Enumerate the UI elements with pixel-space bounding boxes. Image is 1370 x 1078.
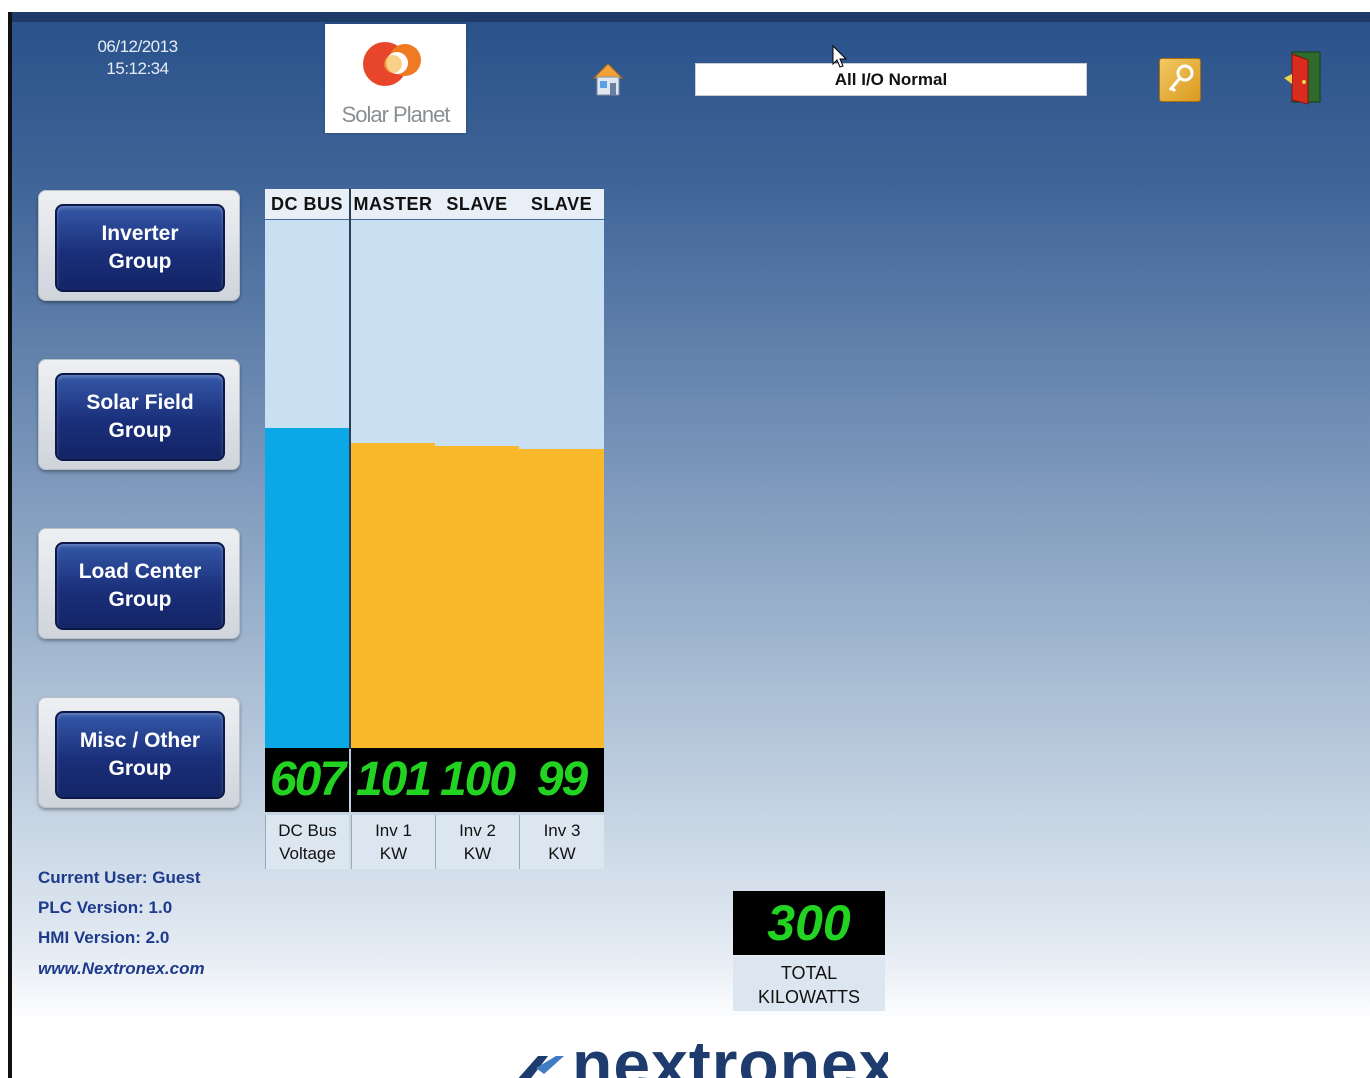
inv-2-kw-label: Inv 2 KW: [435, 815, 519, 869]
dc-bus-voltage-label: DC Bus Voltage: [265, 815, 349, 869]
slave-2-header: SLAVE: [519, 189, 604, 219]
nextronex-wordmark: nextronex: [572, 1032, 888, 1078]
inv-1-bar: [351, 220, 435, 748]
load-center-group-button[interactable]: Load Center Group: [38, 528, 240, 639]
master-header: MASTER: [351, 189, 435, 219]
time-text: 15:12:34: [106, 59, 169, 78]
dc-bus-bar: [265, 220, 349, 748]
inv-1-kw-readout: 101: [351, 748, 435, 812]
inv-2-kw-readout: 100: [435, 748, 519, 812]
total-kilowatts-readout: 300: [733, 891, 885, 955]
logo-text: Solar Planet: [341, 102, 451, 127]
dc-bus-header: DC BUS: [265, 189, 349, 219]
dc-bus-voltage-readout: 607: [265, 748, 349, 812]
nextronex-logo: nextronex: [508, 1032, 888, 1078]
home-icon[interactable]: [591, 62, 625, 98]
current-user-text: Current User: Guest: [38, 868, 201, 887]
inv-3-kw-label: Inv 3 KW: [519, 815, 604, 869]
nextronex-mark-icon: [518, 1056, 564, 1078]
date-text: 06/12/2013: [97, 37, 178, 56]
bar-divider: [349, 189, 351, 749]
plc-version-text: PLC Version: 1.0: [38, 898, 173, 917]
inv-2-bar: [435, 220, 519, 748]
solar-field-group-button[interactable]: Solar Field Group: [38, 359, 240, 470]
datetime-display: 06/12/2013 15:12:34: [70, 36, 205, 80]
mouse-cursor-icon: [832, 45, 848, 68]
inv-3-kw-readout: 99: [519, 748, 604, 812]
dc-bus-bar-fill: [265, 427, 349, 748]
sun-logo-icon: [363, 42, 421, 86]
inv-1-bar-fill: [351, 443, 435, 748]
inv-1-kw-label: Inv 1 KW: [351, 815, 435, 869]
io-status-field: All I/O Normal: [695, 63, 1087, 96]
login-key-button[interactable]: [1159, 58, 1201, 102]
key-icon: [1168, 64, 1194, 93]
misc-other-group-label[interactable]: Misc / Other Group: [55, 711, 225, 799]
top-margin: [0, 0, 1370, 12]
hmi-screen: 06/12/2013 15:12:34 Solar Planet All I/O…: [0, 0, 1370, 1078]
inverter-group-button[interactable]: Inverter Group: [38, 190, 240, 301]
inverter-group-label[interactable]: Inverter Group: [55, 204, 225, 292]
hmi-version-text: HMI Version: 2.0: [38, 928, 170, 947]
solar-field-group-label[interactable]: Solar Field Group: [55, 373, 225, 461]
inv-2-bar-fill: [435, 445, 519, 748]
top-border: [10, 12, 1370, 22]
inv-3-bar: [519, 220, 604, 748]
website-link[interactable]: www.Nextronex.com: [38, 959, 205, 979]
exit-door-icon[interactable]: [1282, 50, 1326, 106]
misc-other-group-button[interactable]: Misc / Other Group: [38, 697, 240, 808]
slave-1-header: SLAVE: [435, 189, 519, 219]
load-center-group-label[interactable]: Load Center Group: [55, 542, 225, 630]
solar-planet-logo: Solar Planet: [325, 24, 466, 133]
inv-3-bar-fill: [519, 449, 604, 748]
total-kilowatts-label: TOTAL KILOWATTS: [733, 957, 885, 1011]
